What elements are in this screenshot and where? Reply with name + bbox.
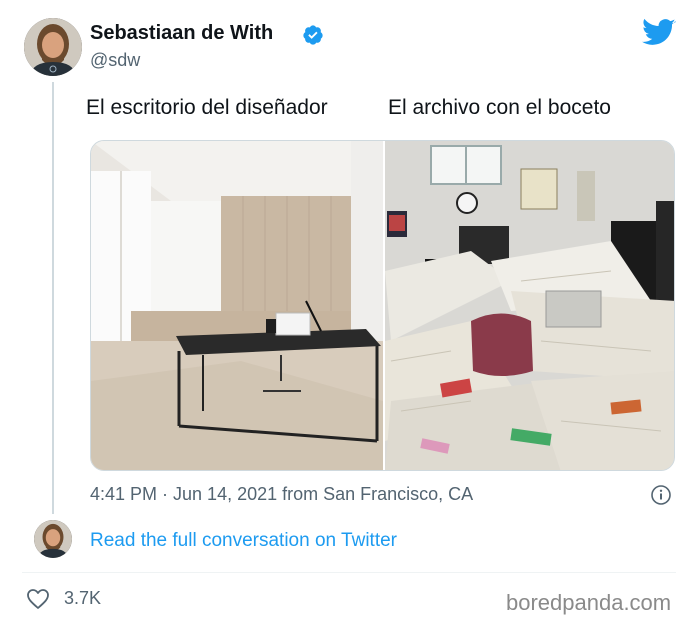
tweet-caption-left: El escritorio del diseñador bbox=[86, 96, 328, 119]
tweet-media[interactable] bbox=[90, 140, 675, 471]
thread-connector-line bbox=[52, 82, 54, 514]
watermark: boredpanda.com bbox=[506, 590, 672, 615]
heart-icon[interactable] bbox=[26, 588, 50, 610]
clean-minimal-desk-photo bbox=[91, 141, 383, 470]
info-icon[interactable] bbox=[650, 484, 672, 506]
author-handle[interactable]: @sdw bbox=[90, 50, 140, 71]
author-avatar[interactable] bbox=[24, 18, 82, 76]
cluttered-office-photo bbox=[385, 141, 674, 470]
like-count: 3.7K bbox=[64, 588, 102, 608]
divider bbox=[22, 572, 676, 573]
tweet-timestamp[interactable]: 4:41 PM · Jun 14, 2021 from San Francisc… bbox=[90, 484, 473, 505]
twitter-bird-icon[interactable] bbox=[642, 18, 676, 48]
author-display-name[interactable]: Sebastiaan de With bbox=[90, 22, 273, 45]
conversation-avatar[interactable] bbox=[34, 520, 72, 558]
tweet-caption-right: El archivo con el boceto bbox=[388, 96, 611, 119]
verified-badge-icon bbox=[302, 24, 324, 46]
read-full-conversation-link[interactable]: Read the full conversation on Twitter bbox=[90, 530, 397, 552]
